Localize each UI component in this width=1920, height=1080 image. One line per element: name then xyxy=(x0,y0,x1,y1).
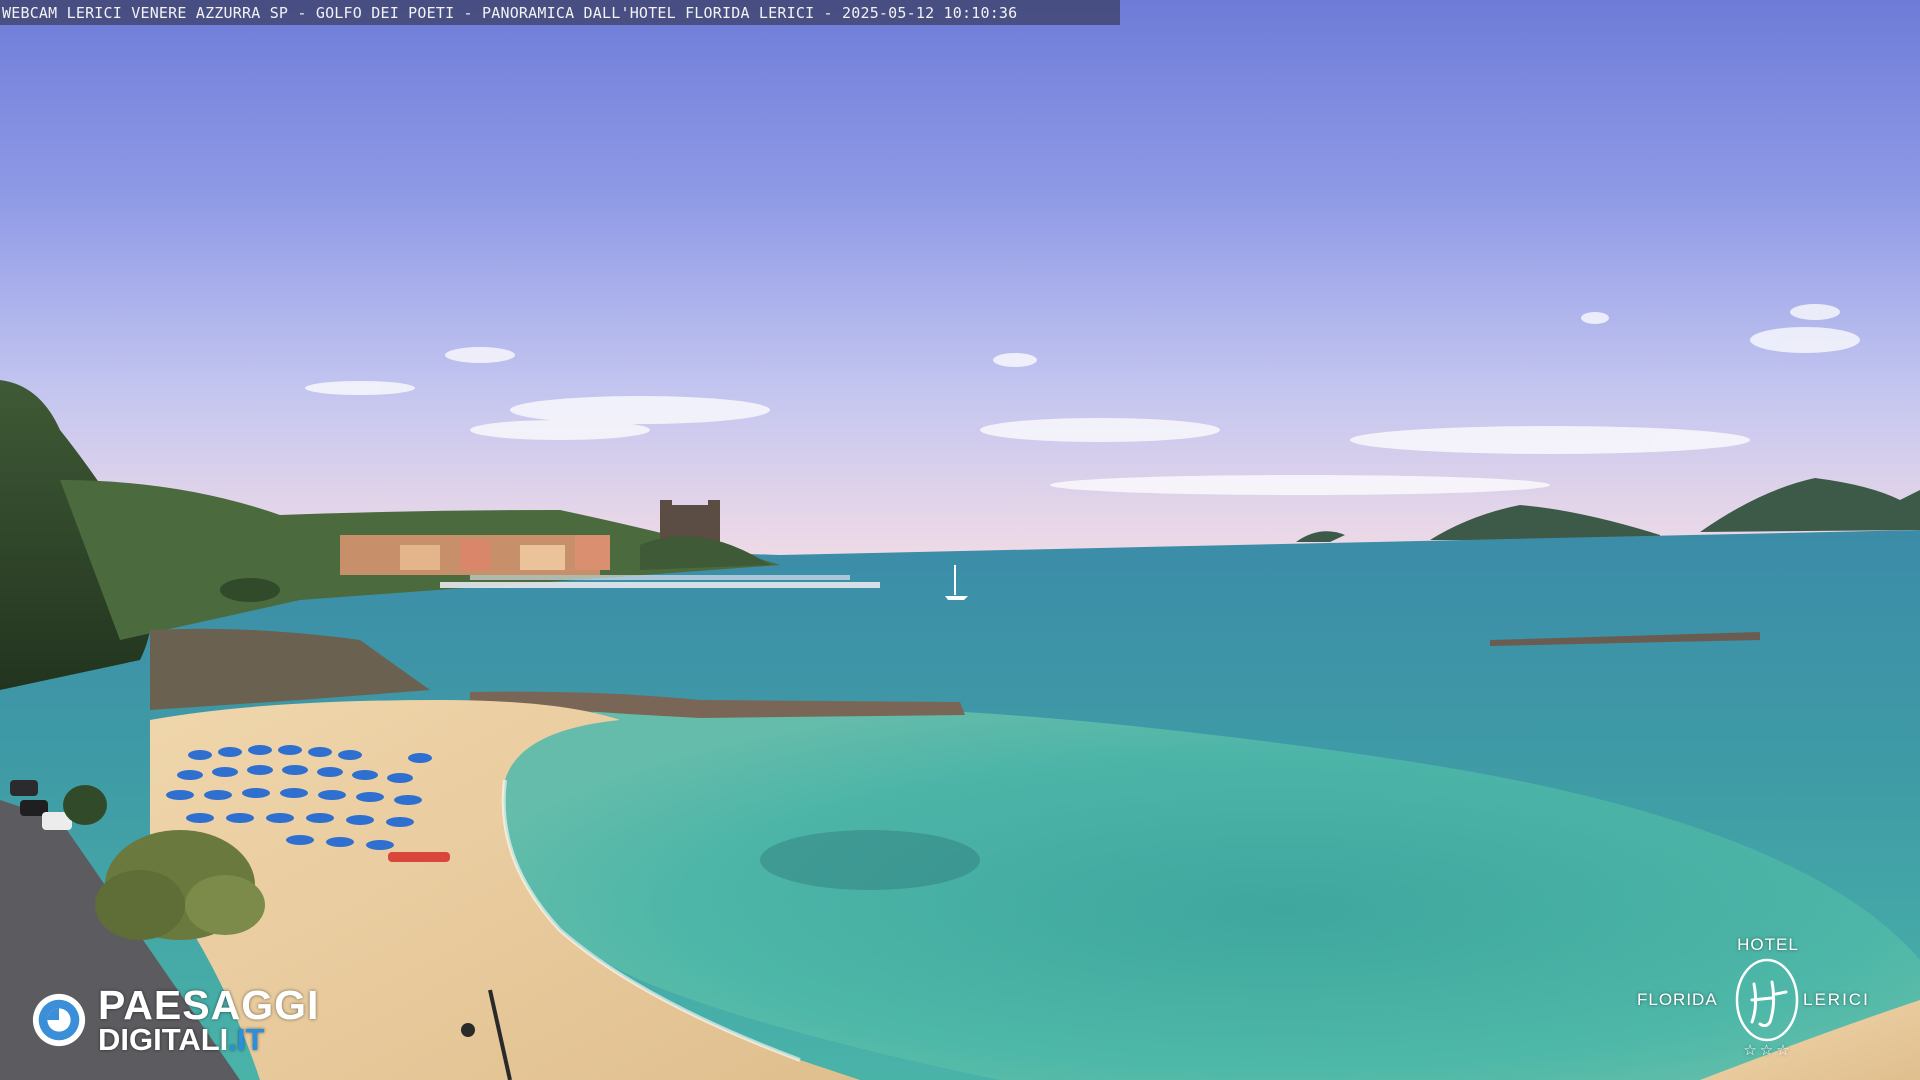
webcam-frame: WEBCAM LERICI VENERE AZZURRA SP - GOLFO … xyxy=(0,0,1920,1080)
sky xyxy=(0,0,1920,560)
hotel-name-right: LERICI xyxy=(1803,990,1870,1009)
hotel-monogram-icon xyxy=(1735,958,1799,1042)
brand-line-2: DIGITALI.IT xyxy=(98,1024,319,1055)
brand-line-1: PAESAGGI xyxy=(98,982,320,1028)
hotel-label: HOTEL xyxy=(1737,935,1799,954)
paesaggi-digitali-logo: PAESAGGI DIGITALI.IT xyxy=(30,985,319,1055)
brand-words: PAESAGGI DIGITALI.IT xyxy=(98,982,320,1056)
eye-logo-icon xyxy=(32,993,86,1047)
hotel-florida-logo: HOTEL FLORIDA LERICI ☆☆☆ xyxy=(1630,935,1900,1065)
webcam-caption-bar: WEBCAM LERICI VENERE AZZURRA SP - GOLFO … xyxy=(0,0,1120,25)
hotel-name-left: FLORIDA xyxy=(1637,990,1718,1009)
hotel-stars: ☆☆☆ xyxy=(1743,1041,1793,1059)
webcam-scene xyxy=(0,0,1920,1080)
brand-tld: .IT xyxy=(228,1022,265,1057)
red-pedalo xyxy=(388,852,450,862)
brand-line-2-main: DIGITALI xyxy=(98,1022,229,1057)
webcam-caption: WEBCAM LERICI VENERE AZZURRA SP - GOLFO … xyxy=(2,3,1018,22)
